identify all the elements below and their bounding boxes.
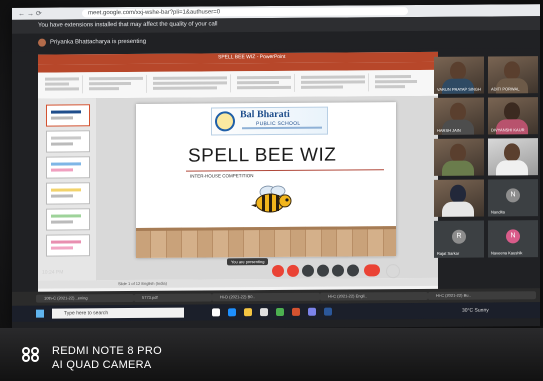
ribbon-group-drawing[interactable] (298, 73, 369, 92)
camera-watermark-line1: REDMI NOTE 8 PRO (52, 345, 162, 357)
participant-name: Naveena Kaushik (491, 250, 523, 256)
ppt-window-title: SPELL BEE WIZ - PowerPoint (218, 53, 286, 61)
presenting-banner: Priyanka Bhattacharya is presenting (12, 30, 540, 52)
ribbon-group-slides[interactable] (86, 74, 147, 94)
present-button[interactable] (332, 264, 344, 277)
camera-watermark-line2: AI QUAD CAMERA (52, 359, 152, 371)
meeting-clock: 10:24 PM (42, 269, 64, 276)
camera-logo-icon (22, 347, 46, 362)
participant-tile[interactable]: HARSH JAIN (434, 97, 484, 135)
windows-start-icon[interactable] (36, 309, 44, 318)
wood-floor-graphic (136, 226, 396, 258)
raise-hand-button[interactable] (317, 264, 329, 277)
bee-icon (251, 185, 292, 213)
presenting-chip[interactable]: You are presenting (227, 258, 269, 266)
windows-taskbar: Type here to search 30°C Sunny (12, 302, 540, 322)
teams-icon[interactable] (308, 307, 316, 316)
browser-tab[interactable]: 10th-C (2021-22)...ening (36, 293, 134, 303)
mic-off-button[interactable] (272, 264, 284, 278)
slide-canvas: Bal Bharati PUBLIC SCHOOL SPELL BEE WIZ … (96, 95, 438, 281)
slide-thumbnail[interactable] (46, 182, 90, 205)
leave-call-button[interactable] (364, 264, 380, 277)
weather-tray[interactable]: 30°C Sunny (462, 308, 489, 314)
participant-avatar: N (506, 188, 520, 203)
captions-button[interactable] (302, 264, 314, 277)
info-bar-text: You have extensions installed that may a… (38, 21, 218, 29)
participant-avatar: N (506, 229, 520, 244)
school-logo-banner: Bal Bharati PUBLIC SCHOOL (211, 106, 328, 136)
slide-thumbnail[interactable] (46, 156, 90, 179)
slide-thumbnail-pane (38, 98, 97, 281)
ribbon-group-clipboard[interactable] (42, 75, 83, 94)
participant-tile[interactable] (434, 179, 484, 217)
slide: Bal Bharati PUBLIC SCHOOL SPELL BEE WIZ … (136, 102, 396, 258)
browser-tab[interactable]: Hi-C (2021-22) Bu.. (428, 291, 536, 300)
store-icon[interactable] (260, 308, 268, 317)
participant-tile[interactable] (434, 138, 484, 176)
slide-thumbnail[interactable] (46, 234, 90, 257)
slide-thumbnail[interactable] (46, 130, 90, 153)
browser-tab[interactable]: Hi-D (2021-22) B0.. (212, 292, 320, 302)
participant-name: VARUN PRATAP SINGH (437, 86, 481, 92)
slide-thumbnail[interactable] (46, 208, 90, 231)
url-field[interactable]: meet.google.com/xxj-wshe-bar?pli=1&authu… (82, 7, 408, 18)
participant-name: HARSH JAIN (437, 127, 461, 133)
school-emblem-icon (215, 111, 235, 132)
taskbar-search-box[interactable]: Type here to search (52, 307, 184, 319)
participant-tile[interactable]: ADITI PORWAL (488, 56, 538, 94)
monitor-screen: ← → ⟳ meet.google.com/xxj-wshe-bar?pli=1… (12, 4, 540, 330)
school-motto-line (242, 126, 322, 130)
participant-tile[interactable]: VARUN PRATAP SINGH (434, 56, 484, 94)
participant-tile[interactable] (488, 138, 538, 176)
browser-tab[interactable]: Hi-C (2021-22) Engli.. (320, 291, 428, 301)
task-view-icon[interactable] (212, 308, 220, 317)
ppt-status-text: Slide 1 of 12 English (India) (118, 280, 167, 287)
title-underline (186, 169, 384, 172)
ribbon-group-paragraph[interactable] (234, 73, 295, 93)
ribbon-group-editing[interactable] (372, 73, 432, 91)
edge-icon[interactable] (228, 308, 236, 317)
browser-tab[interactable]: 5773.pdf (134, 293, 212, 302)
participant-name: DIVYANSHI KAUR (491, 127, 525, 133)
participant-name: Rajat Sarkar (437, 250, 460, 256)
powerpoint-icon[interactable] (292, 307, 300, 316)
slide-title: SPELL BEE WIZ (188, 144, 337, 167)
chrome-icon[interactable] (276, 307, 284, 316)
participant-tile[interactable]: R Rajat Sarkar (434, 220, 484, 258)
more-options-button[interactable] (347, 264, 359, 277)
slide-thumbnail[interactable] (46, 104, 90, 127)
school-name: Bal Bharati (240, 108, 290, 121)
participant-name: Nandita (491, 209, 505, 215)
participant-tile[interactable]: N Nandita (488, 179, 538, 217)
camera-off-button[interactable] (287, 264, 299, 277)
slide-subtitle: INTER-HOUSE COMPETITION (190, 173, 254, 179)
presenting-label: Priyanka Bhattacharya is presenting (50, 38, 147, 46)
participant-name: ADITI PORWAL (491, 86, 520, 92)
participant-avatar: R (452, 229, 466, 244)
browser-nav-icons[interactable]: ← → ⟳ (18, 10, 42, 18)
file-explorer-icon[interactable] (244, 308, 252, 317)
activities-button[interactable] (386, 264, 400, 279)
word-icon[interactable] (324, 307, 332, 316)
ribbon-group-font[interactable] (150, 74, 231, 93)
presenter-avatar (38, 38, 46, 47)
ppt-status-bar: Slide 1 of 12 English (India) (38, 277, 438, 289)
participant-tile[interactable]: DIVYANSHI KAUR (488, 97, 538, 135)
participant-tile[interactable]: N Naveena Kaushik (488, 220, 538, 258)
ppt-ribbon (38, 69, 438, 100)
